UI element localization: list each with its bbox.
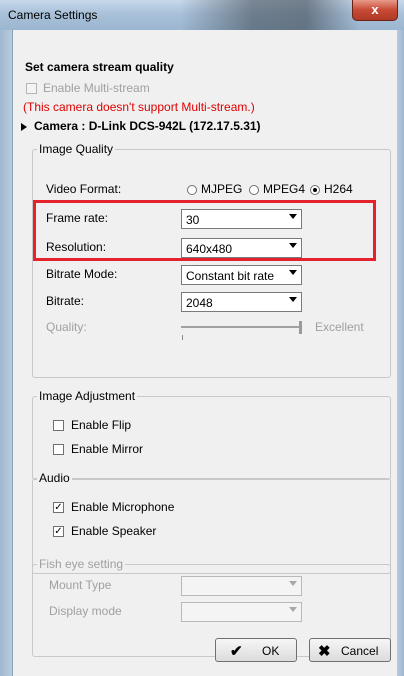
checkmark-icon: ✓ [54,502,63,513]
close-icon: x [371,2,379,17]
quality-slider-thumb[interactable] [299,321,302,334]
quality-label: Quality: [46,320,87,334]
bitrate-mode-label: Bitrate Mode: [46,267,118,281]
frame-rate-value: 30 [186,213,200,227]
window-frame-left [0,30,12,676]
image-adjustment-title: Image Adjustment [37,389,138,403]
bitrate-label: Bitrate: [46,294,85,308]
camera-label: Camera : D-Link DCS-942L (172.17.5.31) [34,119,261,133]
speaker-checkbox[interactable]: ✓ [53,526,64,537]
checkmark-icon: ✓ [54,526,63,537]
mpeg4-radio[interactable] [249,185,259,195]
camera-settings-window: Camera Settings x Set camera stream qual… [0,0,404,676]
bitrate-mode-value: Constant bit rate [186,269,275,283]
chevron-down-icon [289,243,297,248]
frame-rate-dropdown[interactable]: 30 [181,209,302,229]
title-bar[interactable]: Camera Settings x [0,0,404,30]
fisheye-title: Fish eye setting [37,557,126,571]
chevron-down-icon [289,270,297,275]
expand-arrow-icon[interactable] [21,123,27,131]
bitrate-value: 2048 [186,296,213,310]
flip-label: Enable Flip [71,418,132,432]
frame-rate-label: Frame rate: [46,211,109,225]
multistream-checkbox[interactable] [26,83,37,94]
mirror-label: Enable Mirror [71,442,144,456]
image-adjustment-group [32,396,391,480]
stream-heading: Set camera stream quality [25,60,174,74]
speaker-label: Enable Speaker [71,524,157,538]
chevron-down-icon [289,607,297,612]
mjpeg-label: MJPEG [201,182,243,196]
mirror-checkbox[interactable] [53,444,64,455]
radio-selected-dot [313,188,317,192]
chevron-down-icon [289,214,297,219]
ok-button[interactable]: ✔ OK [215,638,297,662]
display-mode-label: Display mode [49,604,122,618]
title-bar-shade [180,0,360,30]
multistream-label: Enable Multi-stream [43,81,150,95]
bitrate-mode-dropdown[interactable]: Constant bit rate [181,265,302,285]
image-quality-title: Image Quality [37,142,116,156]
display-mode-dropdown[interactable] [181,602,302,622]
video-format-label: Video Format: [46,182,122,196]
bitrate-dropdown[interactable]: 2048 [181,292,302,312]
h264-radio[interactable] [310,185,320,195]
x-icon: ✖ [318,643,331,660]
microphone-checkbox[interactable]: ✓ [53,502,64,513]
dialog-client-area: Set camera stream quality Enable Multi-s… [12,30,397,676]
resolution-value: 640x480 [186,242,233,256]
resolution-dropdown[interactable]: 640x480 [181,238,302,258]
mount-type-label: Mount Type [49,578,112,592]
ok-label: OK [262,644,280,658]
cancel-label: Cancel [341,644,379,658]
check-icon: ✔ [230,643,243,660]
quality-max-label: Excellent [315,320,364,334]
mjpeg-radio[interactable] [187,185,197,195]
resolution-label: Resolution: [46,240,107,254]
h264-label: H264 [324,182,353,196]
audio-title: Audio [37,471,72,485]
microphone-label: Enable Microphone [71,500,175,514]
quality-slider-tick [182,335,183,340]
multistream-warning: (This camera doesn't support Multi-strea… [23,100,255,114]
window-title: Camera Settings [8,8,98,22]
mount-type-dropdown[interactable] [181,576,302,596]
close-button[interactable]: x [352,0,398,21]
mpeg4-label: MPEG4 [263,182,306,196]
chevron-down-icon [289,297,297,302]
flip-checkbox[interactable] [53,420,64,431]
window-frame-right [396,30,404,676]
quality-slider-track[interactable] [181,326,301,328]
chevron-down-icon [289,581,297,586]
cancel-button[interactable]: ✖ Cancel [309,638,391,662]
